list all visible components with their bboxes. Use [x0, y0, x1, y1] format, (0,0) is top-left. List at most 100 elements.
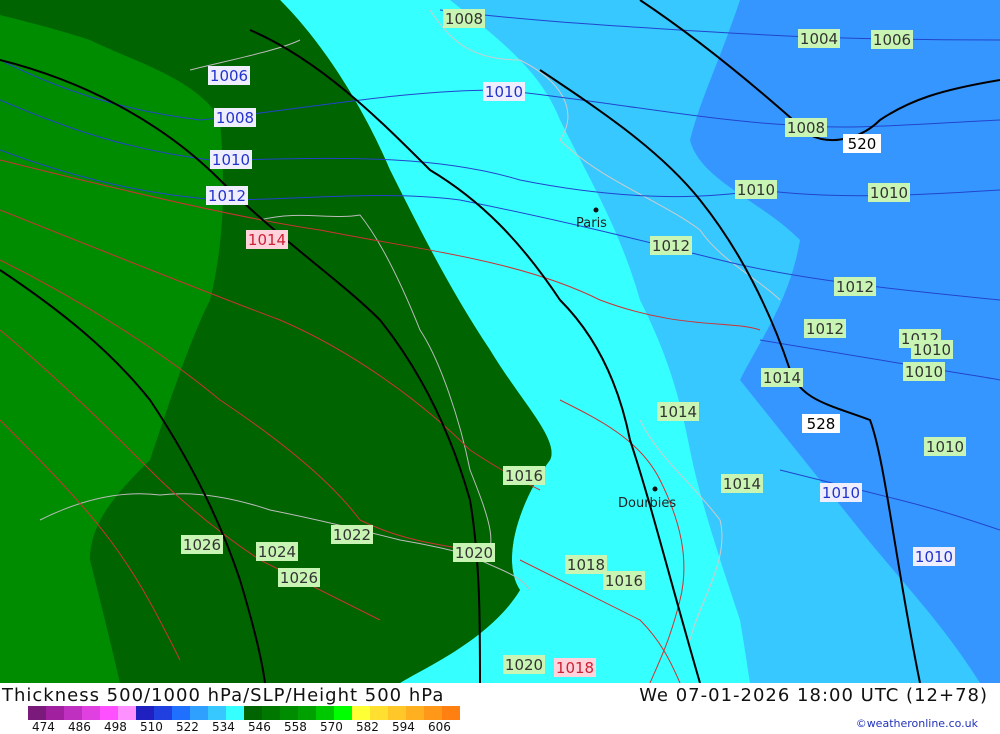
color-scale-ticks: 474 486 498 510 522 534 546 558 570 582 594 606 [20, 720, 520, 734]
pressure-label-text: 1010 [870, 184, 908, 202]
color-scale-swatch [280, 706, 298, 720]
pressure-label-text: 1018 [567, 556, 605, 574]
pressure-label: 1006 [208, 66, 250, 85]
pressure-label: 1012 [206, 186, 248, 205]
pressure-label-text: 1022 [333, 526, 371, 544]
pressure-label-text: 1012 [208, 187, 246, 205]
pressure-label-text: 1010 [905, 363, 943, 381]
pressure-label-text: 1026 [183, 536, 221, 554]
color-scale-tick: 594 [392, 720, 415, 734]
pressure-label: 1010 [924, 437, 966, 456]
pressure-label: 1018 [554, 658, 596, 677]
pressure-label-text: 1006 [210, 67, 248, 85]
pressure-label-text: 1012 [806, 320, 844, 338]
color-scale-swatch [244, 706, 262, 720]
color-scale-swatch [154, 706, 172, 720]
pressure-label: 1014 [721, 474, 763, 493]
color-scale-swatch [262, 706, 280, 720]
color-scale-swatch [442, 706, 460, 720]
pressure-label: 1012 [650, 236, 692, 255]
credit-link[interactable]: ©weatheronline.co.uk [856, 717, 978, 730]
pressure-label: 1018 [565, 555, 607, 574]
color-scale-tick: 510 [140, 720, 163, 734]
city-marker [593, 207, 599, 213]
pressure-label: 1010 [868, 183, 910, 202]
color-scale-swatch [100, 706, 118, 720]
pressure-label: 1008 [214, 108, 256, 127]
pressure-label-text: 1016 [505, 467, 543, 485]
pressure-label-text: 1006 [873, 31, 911, 49]
color-scale-tick: 534 [212, 720, 235, 734]
city-marker [652, 486, 658, 492]
pressure-label-text: 1010 [822, 484, 860, 502]
pressure-label-text: 1008 [216, 109, 254, 127]
pressure-label-text: 1014 [723, 475, 761, 493]
pressure-label: 1008 [443, 9, 485, 28]
pressure-label: 1010 [735, 180, 777, 199]
pressure-label-text: 1008 [787, 119, 825, 137]
height-label-text: 528 [807, 415, 836, 433]
pressure-label: 1020 [503, 655, 545, 674]
color-scale-swatch [406, 706, 424, 720]
pressure-label: 1020 [453, 543, 495, 562]
color-scale-swatch [424, 706, 442, 720]
pressure-label: 1022 [331, 525, 373, 544]
color-scale-tick: 606 [428, 720, 451, 734]
pressure-label: 1016 [503, 466, 545, 485]
pressure-label-text: 1004 [800, 30, 838, 48]
pressure-label: 1010 [911, 340, 953, 359]
color-scale [28, 706, 460, 720]
pressure-label-text: 1012 [652, 237, 690, 255]
pressure-label: 1010 [820, 483, 862, 502]
pressure-label-text: 1016 [605, 572, 643, 590]
pressure-label: 1008 [785, 118, 827, 137]
map-title: Thickness 500/1000 hPa/SLP/Height 500 hP… [2, 685, 445, 706]
pressure-label-text: 1014 [659, 403, 697, 421]
pressure-label-text: 1020 [505, 656, 543, 674]
color-scale-swatch [64, 706, 82, 720]
color-scale-tick: 522 [176, 720, 199, 734]
pressure-label: 1010 [483, 82, 525, 101]
pressure-label: 1010 [210, 150, 252, 169]
pressure-label-text: 1010 [212, 151, 250, 169]
color-scale-swatch [28, 706, 46, 720]
pressure-label: 1004 [798, 29, 840, 48]
pressure-label: 1024 [256, 542, 298, 561]
color-scale-tick: 486 [68, 720, 91, 734]
color-scale-swatch [352, 706, 370, 720]
color-scale-tick: 558 [284, 720, 307, 734]
pressure-label-text: 1010 [915, 548, 953, 566]
color-scale-tick: 582 [356, 720, 379, 734]
pressure-label-text: 1008 [445, 10, 483, 28]
color-scale-swatch [334, 706, 352, 720]
pressure-label-text: 1010 [926, 438, 964, 456]
pressure-label-text: 1024 [258, 543, 296, 561]
color-scale-swatch [136, 706, 154, 720]
color-scale-swatch [316, 706, 334, 720]
pressure-label: 1026 [181, 535, 223, 554]
color-scale-tick: 474 [32, 720, 55, 734]
color-scale-swatch [190, 706, 208, 720]
pressure-label: 1010 [913, 547, 955, 566]
color-scale-tick: 546 [248, 720, 271, 734]
pressure-label-text: 1020 [455, 544, 493, 562]
color-scale-swatch [46, 706, 64, 720]
color-scale-swatch [208, 706, 226, 720]
city-label-dourbies: Dourbies [618, 496, 676, 511]
pressure-label: 1014 [246, 230, 288, 249]
pressure-label-text: 1014 [248, 231, 286, 249]
valid-time: We 07-01-2026 18:00 UTC (12+78) [639, 685, 988, 706]
pressure-label: 1014 [657, 402, 699, 421]
city-label-paris: Paris [576, 216, 607, 231]
pressure-label: 1010 [903, 362, 945, 381]
color-scale-tick: 570 [320, 720, 343, 734]
pressure-label-text: 1014 [763, 369, 801, 387]
pressure-label: 1006 [871, 30, 913, 49]
pressure-label: 1016 [603, 571, 645, 590]
pressure-label: 1014 [761, 368, 803, 387]
pressure-label: 1026 [278, 568, 320, 587]
pressure-label-text: 1010 [737, 181, 775, 199]
weather-map: Paris Dourbies 1008 1004 1006 1006 1010 1008 1… [0, 0, 1000, 683]
color-scale-swatch [226, 706, 244, 720]
pressure-label-text: 1010 [913, 341, 951, 359]
